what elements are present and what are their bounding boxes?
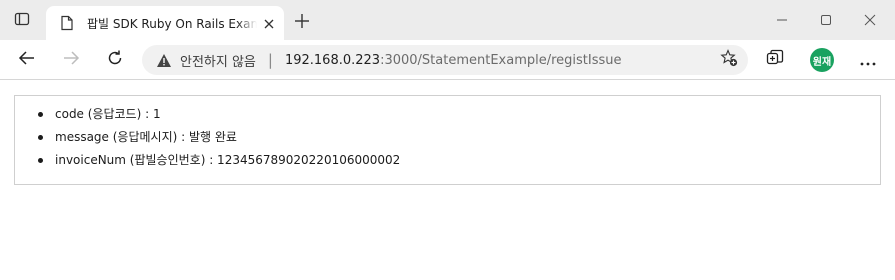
arrow-left-icon <box>18 50 36 70</box>
plus-icon <box>294 13 310 33</box>
new-tab-button[interactable] <box>291 12 313 34</box>
result-item-invoice-num: invoiceNum (팝빌승인번호) : 123456789020220106… <box>15 152 880 175</box>
bullet <box>38 135 43 140</box>
result-invoice-num-text: invoiceNum (팝빌승인번호) : 123456789020220106… <box>55 153 401 167</box>
result-item-message: message (응답메시지) : 발행 완료 <box>15 129 880 152</box>
star-plus-icon <box>720 49 738 71</box>
warning-icon[interactable] <box>156 52 172 68</box>
close-icon <box>264 14 274 33</box>
result-item-code: code (응답코드) : 1 <box>15 106 880 129</box>
collections-button[interactable] <box>762 48 788 72</box>
result-list: code (응답코드) : 1 message (응답메시지) : 발행 완료 … <box>15 96 880 175</box>
tab-title: 팝빌 SDK Ruby On Rails Example <box>87 16 257 31</box>
security-status[interactable]: 안전하지 않음 <box>180 51 256 70</box>
close-tab-button[interactable] <box>261 15 277 31</box>
tab-actions-button[interactable] <box>8 9 36 33</box>
maximize-icon <box>820 11 832 30</box>
more-horizontal-icon <box>860 51 876 70</box>
result-panel: code (응답코드) : 1 message (응답메시지) : 발행 완료 … <box>14 95 881 185</box>
forward-button[interactable] <box>58 48 84 72</box>
profile-avatar[interactable]: 원재 <box>810 48 834 72</box>
back-button[interactable] <box>14 48 40 72</box>
add-favorite-button[interactable] <box>718 49 740 71</box>
tab-actions-icon <box>14 11 30 31</box>
bullet <box>38 158 43 163</box>
minimize-button[interactable] <box>770 9 794 31</box>
url-path: :3000/StatementExample/registIssue <box>380 52 622 68</box>
minimize-icon <box>776 11 788 30</box>
refresh-icon <box>106 49 124 71</box>
result-code-text: code (응답코드) : 1 <box>55 107 161 121</box>
arrow-right-icon <box>62 50 80 70</box>
page-icon <box>59 15 75 31</box>
bullet <box>38 112 43 117</box>
url-host: 192.168.0.223 <box>284 52 381 68</box>
close-window-icon <box>864 11 876 30</box>
settings-more-button[interactable] <box>855 48 881 72</box>
address-bar[interactable]: 안전하지 않음 | 192.168.0.223:3000/StatementEx… <box>142 45 748 75</box>
tab-strip: 팝빌 SDK Ruby On Rails Example <box>0 0 895 40</box>
collections-icon <box>766 49 784 71</box>
maximize-button[interactable] <box>814 9 838 31</box>
url-text[interactable]: 192.168.0.223:3000/StatementExample/regi… <box>285 53 622 68</box>
close-window-button[interactable] <box>858 9 882 31</box>
browser-tab[interactable]: 팝빌 SDK Ruby On Rails Example <box>46 6 284 40</box>
result-message-text: message (응답메시지) : 발행 완료 <box>55 130 237 144</box>
browser-toolbar: 안전하지 않음 | 192.168.0.223:3000/StatementEx… <box>0 40 895 80</box>
refresh-button[interactable] <box>102 48 128 72</box>
address-separator: | <box>267 51 273 69</box>
